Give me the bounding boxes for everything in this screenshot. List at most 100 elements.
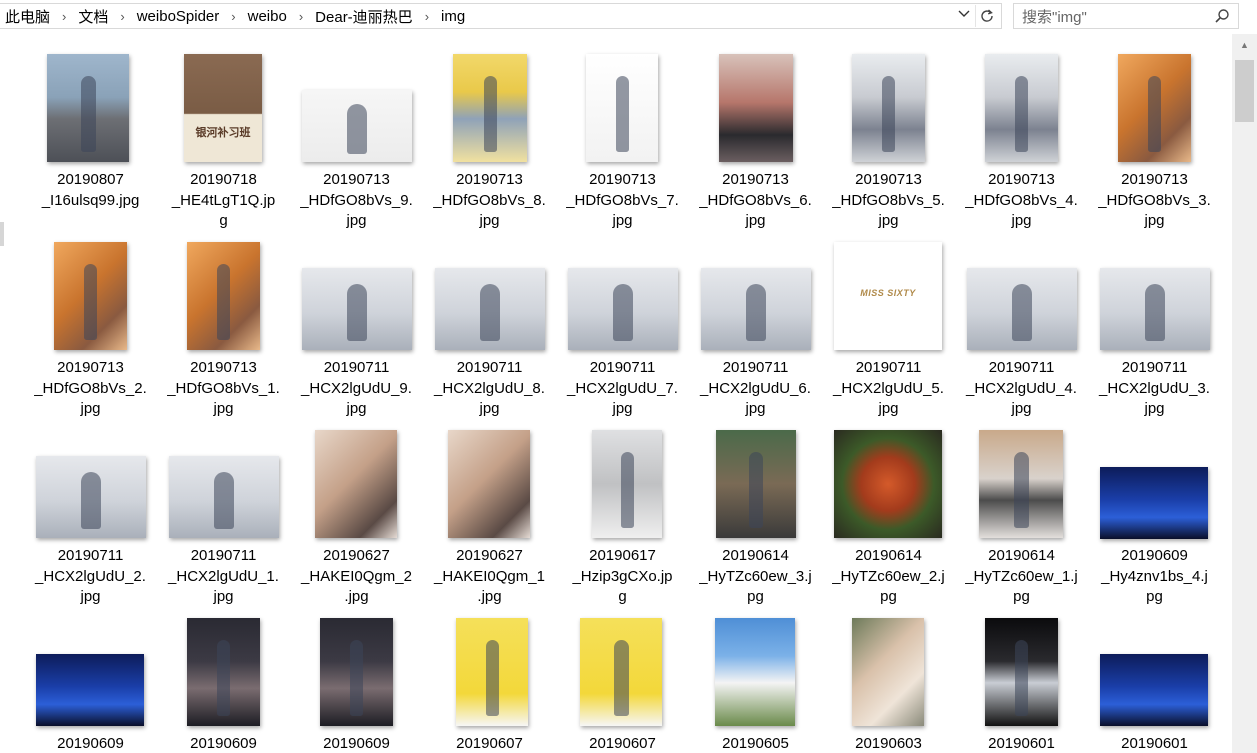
file-name: 20190711 _HCX2lgUdU_2. jpg — [24, 546, 157, 608]
figure-silhouette — [484, 76, 497, 152]
file-name-line: _HCX2lgUdU_4. — [966, 379, 1077, 397]
file-name: 20190617 _Hzip3gCXo.jp g — [556, 546, 689, 608]
image-thumbnail[interactable] — [985, 618, 1058, 726]
image-thumbnail[interactable] — [716, 430, 796, 538]
image-thumbnail[interactable] — [852, 54, 925, 162]
file-name: 20190713 _HDfGO8bVs_9. jpg — [290, 170, 423, 232]
figure-silhouette — [613, 284, 633, 341]
file-name-line: 20190713 — [722, 171, 789, 188]
figure-silhouette — [614, 640, 629, 716]
file-name-line: 20190627 — [456, 547, 523, 564]
address-bar[interactable]: 此电脑 › 文档 › weiboSpider › weibo › Dear-迪丽… — [0, 3, 1002, 29]
file-name-line: 20190713 — [190, 359, 257, 376]
image-thumbnail[interactable] — [54, 242, 127, 350]
file-name-line: 20190614 — [722, 547, 789, 564]
poster-title: 银河补习班 — [195, 126, 251, 139]
figure-silhouette — [621, 452, 634, 528]
file-name-line: jpg — [1011, 212, 1032, 229]
breadcrumb-separator-icon[interactable]: › — [114, 9, 130, 24]
vertical-scrollbar[interactable]: ▲ — [1232, 34, 1257, 753]
breadcrumb-separator-icon[interactable]: › — [56, 9, 72, 24]
file-name-line: _HDfGO8bVs_1. — [167, 379, 280, 397]
search-placeholder: 搜索"img" — [1022, 8, 1087, 26]
file-name: 20190713 _HDfGO8bVs_2. jpg — [24, 358, 157, 420]
breadcrumb-dear-folder[interactable]: Dear-迪丽热巴 — [309, 6, 419, 27]
breadcrumb-documents[interactable]: 文档 — [72, 6, 114, 27]
file-name-line: jpg — [1011, 400, 1032, 417]
image-thumbnail[interactable] — [302, 268, 412, 350]
file-grid: 20190807 _I16ulsq99.jpg 银河补习班 20190718 _HE4t… — [0, 34, 1230, 753]
breadcrumb-separator-icon[interactable]: › — [293, 9, 309, 24]
image-thumbnail[interactable] — [701, 268, 811, 350]
breadcrumb-separator-icon[interactable]: › — [419, 9, 435, 24]
file-name-line: 20190713 — [855, 171, 922, 188]
image-thumbnail[interactable] — [47, 54, 129, 162]
image-thumbnail[interactable] — [315, 430, 397, 538]
file-name: 20190627 _HAKEI0Qgm_2 .jpg — [290, 546, 423, 608]
file-name-line: 20190609 — [57, 735, 124, 752]
image-thumbnail[interactable] — [586, 54, 658, 162]
breadcrumb-img[interactable]: img — [435, 8, 471, 25]
file-name: 20190713 _HDfGO8bVs_3.jpg — [1088, 170, 1221, 232]
breadcrumb-weibospider[interactable]: weiboSpider — [131, 8, 226, 25]
scrollbar-thumb[interactable] — [1235, 60, 1254, 122]
file-name: 20190609 — [157, 734, 290, 753]
scroll-up-arrow-icon[interactable]: ▲ — [1240, 40, 1249, 50]
figure-silhouette — [1014, 452, 1029, 528]
search-input[interactable]: 搜索"img" — [1013, 3, 1239, 29]
refresh-icon[interactable] — [975, 5, 998, 27]
image-thumbnail[interactable] — [187, 618, 260, 726]
file-name-line: pg — [747, 588, 764, 605]
file-name-line: 20190711 — [855, 359, 922, 376]
image-thumbnail[interactable] — [967, 268, 1077, 350]
file-name-line: _HDfGO8bVs_3. — [1098, 191, 1211, 209]
file-name: 20190807 _I16ulsq99.jpg — [24, 170, 157, 211]
file-name-line: 20190711 — [323, 359, 390, 376]
image-thumbnail[interactable] — [1118, 54, 1191, 162]
file-name-line: _HCX2lgUdU_5. — [833, 379, 944, 397]
file-name-line: 20190609 — [1121, 547, 1188, 564]
file-name-line: 20190711 — [589, 359, 656, 376]
image-thumbnail[interactable] — [715, 618, 795, 726]
image-thumbnail[interactable] — [169, 456, 279, 538]
breadcrumb-separator-icon[interactable]: › — [225, 9, 241, 24]
image-thumbnail[interactable] — [834, 430, 942, 538]
file-name-line: 20190711 — [1121, 359, 1188, 376]
search-icon[interactable] — [1214, 8, 1230, 28]
figure-silhouette — [1015, 640, 1028, 716]
figure-silhouette — [1148, 76, 1161, 152]
file-name: 20190711 _HCX2lgUdU_5. jpg — [822, 358, 955, 420]
file-name-line: 20190609 — [190, 735, 257, 752]
image-thumbnail[interactable] — [1100, 467, 1208, 539]
file-name-line: 20190601 — [1121, 735, 1188, 752]
image-thumbnail[interactable] — [302, 90, 412, 162]
image-thumbnail[interactable] — [852, 618, 924, 726]
breadcrumb-weibo[interactable]: weibo — [242, 8, 293, 25]
file-name: 20190711 _HCX2lgUdU_4. jpg — [955, 358, 1088, 420]
image-thumbnail[interactable] — [435, 268, 545, 350]
image-thumbnail[interactable] — [1100, 654, 1208, 726]
image-thumbnail[interactable] — [985, 54, 1058, 162]
file-name-line: jpg — [1144, 212, 1165, 229]
file-name-line: jpg — [745, 212, 766, 229]
image-thumbnail[interactable] — [568, 268, 678, 350]
image-thumbnail[interactable] — [1100, 268, 1210, 350]
image-thumbnail[interactable] — [979, 430, 1063, 538]
chevron-down-icon[interactable] — [955, 7, 973, 21]
image-thumbnail[interactable] — [36, 654, 144, 726]
image-thumbnail[interactable] — [580, 618, 662, 726]
image-thumbnail[interactable] — [453, 54, 527, 162]
image-thumbnail[interactable] — [592, 430, 662, 538]
image-thumbnail[interactable] — [719, 54, 793, 162]
image-thumbnail[interactable] — [187, 242, 260, 350]
image-thumbnail[interactable]: 银河补习班 — [184, 54, 262, 162]
image-thumbnail[interactable] — [448, 430, 530, 538]
image-thumbnail[interactable] — [456, 618, 528, 726]
file-name-line: _Hzip3gCXo.jp — [572, 567, 673, 585]
breadcrumb-this-pc[interactable]: 此电脑 — [0, 6, 56, 27]
file-name-line: pg — [880, 588, 897, 605]
image-thumbnail[interactable]: MISS SIXTY — [834, 242, 942, 350]
file-name-line: 20190713 — [1121, 171, 1188, 188]
image-thumbnail[interactable] — [36, 456, 146, 538]
image-thumbnail[interactable] — [320, 618, 393, 726]
